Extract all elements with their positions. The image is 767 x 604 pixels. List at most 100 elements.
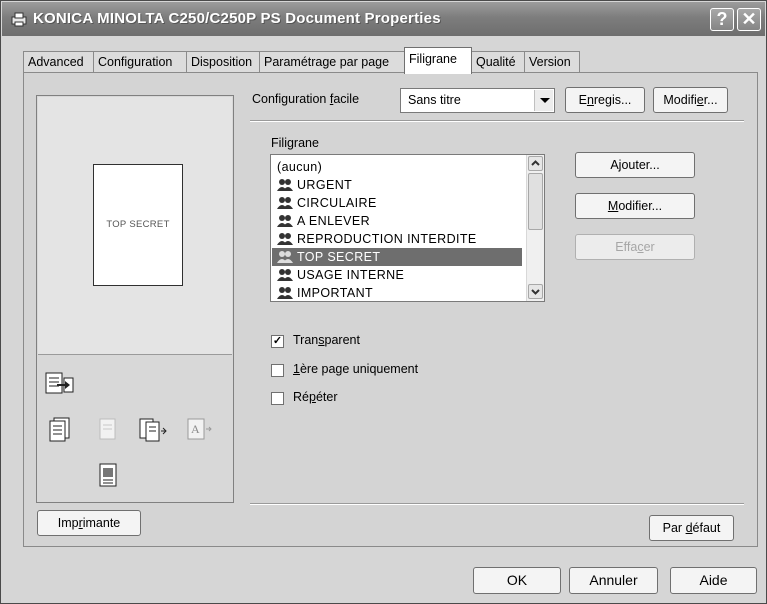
watermark-icon	[277, 269, 293, 281]
first-page-label-b: 1	[293, 362, 300, 376]
separator-bottom	[250, 503, 744, 505]
document-properties-window: KONICA MINOLTA C250/C250P PS Document Pr…	[0, 0, 767, 604]
list-item-circulaire[interactable]: CIRCULAIRE	[272, 194, 522, 212]
list-item-a-enlever[interactable]: A ENLEVER	[272, 212, 522, 230]
list-item-reproduction-interdite[interactable]: REPRODUCTION INTERDITE	[272, 230, 522, 248]
list-item-label: USAGE INTERNE	[297, 268, 405, 282]
printer-label-c: imante	[82, 516, 121, 530]
watermark-icon	[277, 179, 293, 191]
poster-icon	[99, 463, 117, 487]
transparent-label[interactable]: Transparent	[293, 333, 360, 347]
watermark-group-label: Filigrane	[271, 136, 319, 150]
list-item-usage-interne[interactable]: USAGE INTERNE	[272, 266, 522, 284]
save-config-button[interactable]: Enregis...	[565, 87, 645, 113]
watermark-icon	[277, 251, 293, 263]
repeat-label-c: éter	[315, 390, 338, 404]
title-bar[interactable]: KONICA MINOLTA C250/C250P PS Document Pr…	[2, 2, 765, 36]
list-item-aucun[interactable]: (aucun)	[272, 158, 522, 176]
list-scrollbar[interactable]	[526, 155, 544, 301]
transparent-label-a: Tran	[293, 333, 319, 347]
blank-page-icon	[99, 418, 116, 440]
modify-config-label-c: r...	[703, 93, 718, 107]
first-page-checkbox[interactable]	[271, 364, 284, 377]
default-label-b: d	[685, 521, 693, 535]
help-title-button[interactable]: ?	[710, 8, 734, 31]
add-watermark-button[interactable]: Ajouter...	[575, 152, 695, 178]
easy-config-value: Sans titre	[408, 93, 461, 107]
tab-version[interactable]: Version	[524, 51, 580, 73]
document-arrow-icon	[45, 372, 74, 394]
printer-app-icon	[11, 12, 27, 27]
transparent-checkbox[interactable]: ✓	[271, 335, 284, 348]
easy-config-label-a: Configuration	[252, 92, 330, 106]
layout-icons-area: A	[38, 358, 232, 499]
window-title: KONICA MINOLTA C250/C250P PS Document Pr…	[33, 10, 441, 27]
delete-wm-label-c: er	[643, 240, 655, 254]
tab-parametrage-par-page[interactable]: Paramétrage par page	[259, 51, 406, 73]
watermark-icon	[277, 197, 293, 209]
chevron-down-icon[interactable]	[534, 90, 553, 111]
page-preview-area: TOP SECRET	[38, 97, 232, 355]
modify-config-button[interactable]: Modifier...	[653, 87, 728, 113]
list-item-label: REPRODUCTION INTERDITE	[297, 232, 477, 246]
save-label-a: E	[578, 93, 587, 107]
default-button[interactable]: Par défaut	[649, 515, 734, 541]
modify-config-label-a: Modifi	[663, 93, 697, 107]
duplex-icon	[49, 417, 70, 442]
tab-disposition[interactable]: Disposition	[186, 51, 260, 73]
text-page-icon: A	[187, 418, 212, 440]
help-button[interactable]: Aide	[670, 567, 757, 594]
delete-watermark-button[interactable]: Effacer	[575, 234, 695, 260]
separator-top	[250, 120, 744, 122]
watermark-icon	[277, 233, 293, 245]
first-page-label[interactable]: 1ère page uniquement	[293, 362, 418, 376]
default-label-c: éfaut	[692, 521, 721, 535]
tab-filigrane[interactable]: Filigrane	[404, 47, 472, 74]
tab-advanced[interactable]: Advanced	[23, 51, 94, 73]
list-item-top-secret[interactable]: TOP SECRET	[272, 248, 522, 266]
modify-config-label-b: e	[696, 93, 704, 107]
save-label-c: regis...	[593, 93, 632, 107]
delete-wm-label-a: Effa	[615, 240, 638, 254]
modify-wm-label-b: M	[607, 199, 619, 213]
list-item-label: (aucun)	[277, 160, 323, 174]
easy-config-label: Configuration facile	[252, 92, 359, 106]
tab-configuration[interactable]: Configuration	[93, 51, 187, 73]
repeat-label[interactable]: Répéter	[293, 390, 337, 404]
list-item-label: A ENLEVER	[297, 214, 371, 228]
svg-text:A: A	[191, 422, 200, 436]
scroll-thumb[interactable]	[528, 173, 543, 230]
watermark-icon	[277, 215, 293, 227]
scroll-up-icon[interactable]	[528, 156, 543, 171]
preview-frame: TOP SECRET A	[36, 95, 234, 503]
modify-wm-label-c: odifier...	[618, 199, 663, 213]
modify-watermark-button[interactable]: Modifier...	[575, 193, 695, 219]
list-item-label: IMPORTANT	[297, 286, 374, 300]
booklet-icon	[139, 418, 167, 442]
save-label-b: n	[586, 93, 594, 107]
watermark-listbox[interactable]: (aucun) URGENT CIRCULAIRE A ENLEVER REPR…	[270, 154, 545, 302]
list-item-label: URGENT	[297, 178, 353, 192]
printer-button[interactable]: Imprimante	[37, 510, 141, 536]
scroll-down-icon[interactable]	[528, 284, 543, 299]
cancel-button[interactable]: Annuler	[569, 567, 658, 594]
ok-button[interactable]: OK	[473, 567, 561, 594]
printer-label-a: Imp	[57, 516, 79, 530]
repeat-label-b: p	[308, 390, 316, 404]
list-item-urgent[interactable]: URGENT	[272, 176, 522, 194]
tab-qualite[interactable]: Qualité	[471, 51, 525, 73]
page-preview: TOP SECRET	[93, 164, 183, 286]
repeat-label-a: Ré	[293, 390, 309, 404]
easy-config-label-c: acile	[333, 92, 360, 106]
easy-config-select[interactable]: Sans titre	[400, 88, 555, 113]
first-page-label-c: ère page uniquement	[299, 362, 419, 376]
transparent-label-c: parent	[324, 333, 360, 347]
filigrane-panel: TOP SECRET A Imprimante Configuration fa…	[23, 72, 758, 547]
list-item-label: CIRCULAIRE	[297, 196, 377, 210]
close-title-button[interactable]: ✕	[737, 8, 761, 31]
default-label-a: Par	[662, 521, 686, 535]
watermark-icon	[277, 287, 293, 299]
list-item-label: TOP SECRET	[297, 250, 381, 264]
repeat-checkbox[interactable]	[271, 392, 284, 405]
list-item-important[interactable]: IMPORTANT	[272, 284, 522, 301]
